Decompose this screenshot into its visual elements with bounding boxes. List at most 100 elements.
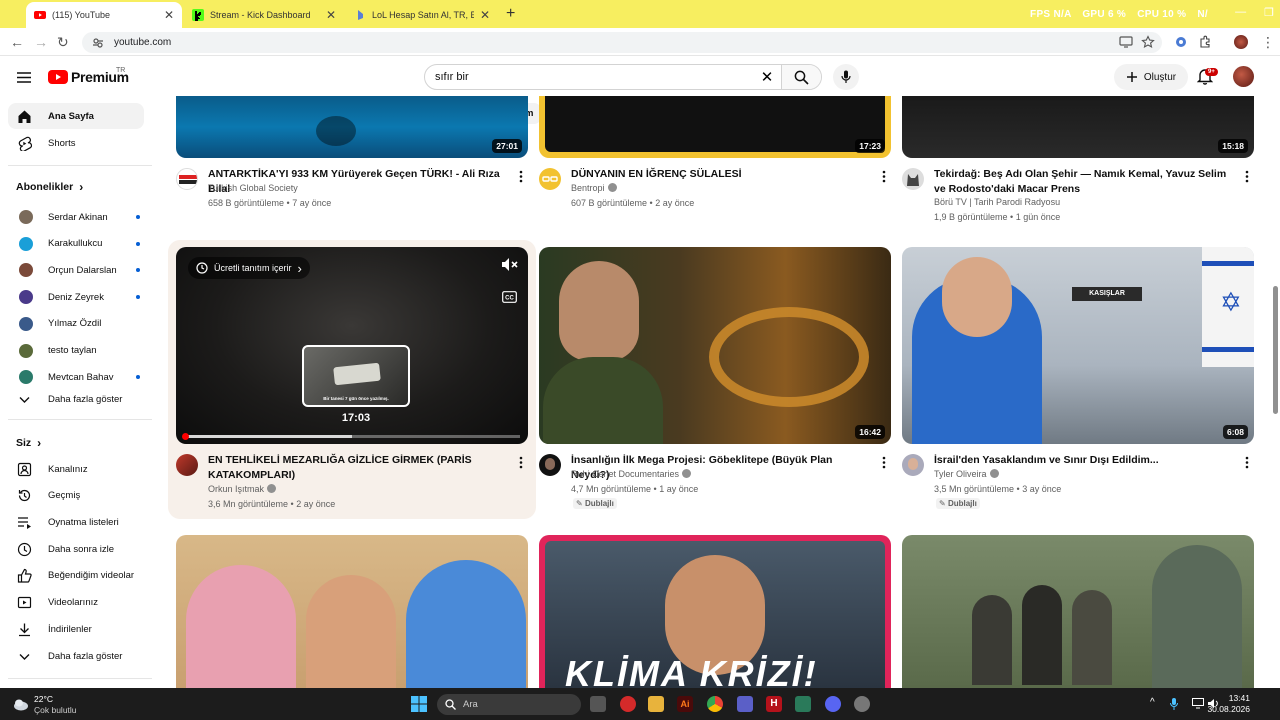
chrome-icon[interactable]	[707, 696, 723, 712]
channel-avatar[interactable]	[176, 454, 198, 476]
video-title[interactable]: EN TEHLİKELİ MEZARLIĞA GİZLİCE GİRMEK (P…	[208, 453, 508, 482]
sidebar-item-home[interactable]: Ana Sayfa	[8, 103, 144, 129]
app-icon[interactable]	[795, 696, 811, 712]
video-thumbnail[interactable]: ✡ KASIŞLAR 6:08	[902, 247, 1254, 444]
more-options-icon[interactable]	[519, 170, 523, 183]
taskbar-clock[interactable]: 13:41 30.08.2026	[1207, 693, 1250, 715]
video-thumbnail[interactable]: 27:01	[176, 96, 528, 158]
account-avatar[interactable]	[1233, 66, 1254, 87]
sidebar-item-playlist[interactable]: Oynatma listeleri	[8, 509, 144, 535]
discord-icon[interactable]	[825, 696, 841, 712]
voice-search-button[interactable]	[833, 64, 859, 90]
extensions-puzzle-icon[interactable]	[1198, 35, 1212, 49]
channel-name[interactable]: Bentropi	[571, 181, 617, 196]
channel-name[interactable]: Börü TV | Tarih Parodi Radyosu	[934, 195, 1060, 210]
teams-icon[interactable]	[737, 696, 753, 712]
channel-avatar[interactable]	[539, 454, 561, 476]
video-preview-player[interactable]: Ücretli tanıtım içerir › CC Bir tanesi 7…	[176, 247, 528, 444]
subscriptions-show-more[interactable]: Daha fazla göster	[8, 386, 144, 412]
app-icon[interactable]	[854, 696, 870, 712]
sidebar-subscription-item[interactable]: testo taylan	[8, 338, 144, 364]
tab-lol[interactable]: LoL Hesap Satın Al, TR, EU, NA ✕	[346, 2, 498, 28]
sidebar-item-history[interactable]: Geçmiş	[8, 483, 144, 509]
install-app-icon[interactable]	[1119, 35, 1133, 49]
monitor-icon[interactable]	[1192, 698, 1204, 709]
back-icon[interactable]: ←	[10, 34, 24, 50]
sidebar-subscription-item[interactable]: Orçun Dalarslan	[8, 257, 144, 283]
tab-youtube[interactable]: (115) YouTube ✕	[26, 2, 182, 28]
channel-name[interactable]: Tyler Oliveira	[934, 467, 999, 482]
weather-widget[interactable]: 22°C Çok bulutlu	[12, 693, 102, 717]
more-options-icon[interactable]	[1245, 456, 1249, 469]
menu-hamburger-icon[interactable]	[17, 72, 31, 83]
create-button[interactable]: Oluştur	[1114, 64, 1188, 90]
sidebar-item-download[interactable]: İndirilenler	[8, 616, 144, 642]
sidebar-subscription-item[interactable]: Serdar Akinan	[8, 204, 144, 230]
video-title[interactable]: İsrail'den Yasaklandım ve Sınır Dışı Edi…	[934, 453, 1234, 468]
sidebar-subscription-item[interactable]: Karakullukcu	[8, 231, 144, 257]
search-button[interactable]	[781, 65, 821, 89]
address-bar[interactable]: youtube.com	[82, 32, 1162, 53]
tray-chevron-icon[interactable]: ^	[1150, 697, 1155, 708]
bookmark-star-icon[interactable]	[1141, 35, 1155, 49]
microphone-icon[interactable]	[1170, 698, 1178, 710]
more-options-icon[interactable]	[1245, 170, 1249, 183]
subscriptions-heading[interactable]: Abonelikler ›	[16, 180, 83, 194]
browser-menu-icon[interactable]: ⋮	[1261, 34, 1275, 51]
video-thumbnail[interactable]: 17:23	[539, 96, 891, 158]
video-thumbnail[interactable]	[902, 535, 1254, 688]
sidebar-item-watch-later[interactable]: Daha sonra izle	[8, 536, 144, 562]
channel-avatar[interactable]	[902, 454, 924, 476]
sidebar-item-shorts[interactable]: Shorts	[8, 130, 144, 156]
opera-icon[interactable]	[620, 696, 636, 712]
video-title[interactable]: DÜNYANIN EN İĞRENÇ SÜLALESİ	[571, 167, 871, 182]
video-thumbnail[interactable]: KLİMA KRİZİ!	[539, 535, 891, 688]
illustrator-icon[interactable]: Ai	[677, 696, 693, 712]
maximize-icon[interactable]: ❐	[1264, 6, 1274, 19]
tab-close-icon[interactable]: ✕	[480, 8, 490, 22]
video-thumbnail[interactable]	[176, 535, 528, 688]
channel-avatar[interactable]	[539, 168, 561, 190]
more-options-icon[interactable]	[882, 456, 886, 469]
more-options-icon[interactable]	[519, 456, 523, 469]
progress-track[interactable]	[182, 433, 520, 440]
page-scrollbar[interactable]	[1271, 96, 1280, 686]
closed-captions-icon[interactable]: CC	[502, 291, 517, 303]
tab-kick[interactable]: Stream - Kick Dashboard ✕	[184, 2, 344, 28]
minimize-icon[interactable]: —	[1235, 6, 1246, 19]
you-heading[interactable]: Siz ›	[16, 436, 41, 450]
profile-avatar[interactable]	[1234, 35, 1248, 49]
task-view-icon[interactable]	[590, 696, 606, 712]
file-explorer-icon[interactable]	[648, 696, 664, 712]
channel-avatar[interactable]	[176, 168, 198, 190]
video-title[interactable]: Tekirdağ: Beş Adı Olan Şehir — Namık Kem…	[934, 167, 1234, 196]
sidebar-item-channel[interactable]: Kanalınız	[8, 456, 144, 482]
history-channel-icon[interactable]: H	[766, 696, 782, 712]
reload-icon[interactable]: ↻	[57, 34, 69, 51]
channel-avatar[interactable]	[902, 168, 924, 190]
video-thumbnail[interactable]: 15:18	[902, 96, 1254, 158]
tab-close-icon[interactable]: ✕	[326, 8, 336, 22]
tab-close-icon[interactable]: ✕	[164, 8, 174, 22]
more-options-icon[interactable]	[882, 170, 886, 183]
scrollbar-thumb[interactable]	[1273, 286, 1278, 414]
progress-handle[interactable]	[182, 433, 189, 440]
sidebar-item-liked[interactable]: Beğendiğim videolar	[8, 563, 144, 589]
search-input[interactable]	[425, 65, 753, 89]
windows-start-icon[interactable]	[411, 696, 427, 712]
taskbar-search[interactable]: Ara	[437, 694, 581, 715]
sidebar-subscription-item[interactable]: Yılmaz Özdil	[8, 311, 144, 337]
you-show-more[interactable]: Daha fazla göster	[8, 643, 144, 669]
forward-icon[interactable]: →	[34, 34, 48, 50]
paid-promotion-badge[interactable]: Ücretli tanıtım içerir ›	[188, 257, 310, 279]
new-tab-icon[interactable]: +	[506, 5, 515, 23]
channel-name[interactable]: Ruhi Cenet Documentaries	[571, 467, 692, 482]
clear-search-icon[interactable]: ✕	[753, 68, 781, 86]
site-settings-icon[interactable]	[92, 37, 104, 49]
sidebar-item-your-videos[interactable]: Videolarınız	[8, 590, 144, 616]
extension-icon[interactable]	[1174, 35, 1188, 49]
sidebar-subscription-item[interactable]: Deniz Zeyrek	[8, 284, 144, 310]
channel-name[interactable]: Turkish Global Society	[208, 181, 298, 196]
muted-speaker-icon[interactable]	[501, 257, 518, 272]
video-thumbnail[interactable]: 16:42	[539, 247, 891, 444]
